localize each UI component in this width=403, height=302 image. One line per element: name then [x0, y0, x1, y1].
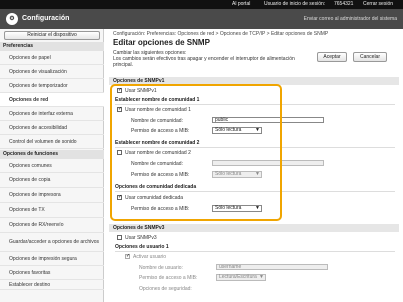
login-user-label: Usuario de inicio de sesión:	[264, 1, 326, 7]
sidebar-item-secure-print[interactable]: Opciones de impresión segura	[0, 252, 104, 266]
sidebar-item-rx-forward[interactable]: Opciones de RX/reenvío	[0, 218, 104, 233]
use-snmpv3-checkbox[interactable]	[117, 235, 122, 240]
sidebar-item-copy[interactable]: Opciones de copia	[0, 173, 104, 188]
sidebar-item-common[interactable]: Opciones comunes	[0, 159, 104, 173]
breadcrumb: Configuración: Preferencias: Opciones de…	[113, 31, 329, 37]
highlight-frame	[110, 84, 282, 221]
sidebar-item-tx[interactable]: Opciones de TX	[0, 203, 104, 218]
sidebar-item-timer[interactable]: Opciones de temporizador	[0, 79, 104, 93]
sidebar-item-favorites[interactable]: Opciones favoritas	[0, 266, 104, 280]
v3-mib-select[interactable]: Lectura/Escritura ▼	[216, 274, 266, 281]
use-snmpv3-label: Usar SNMPv3	[125, 235, 157, 241]
sidebar-item-external-interface[interactable]: Opciones de interfaz externa	[0, 107, 104, 121]
v3-mib-label: Permiso de acceso a MIB:	[139, 275, 198, 281]
portal-link[interactable]: Al portal	[232, 1, 250, 7]
logout-link[interactable]: Cerrar sesión	[363, 1, 393, 7]
sidebar-item-paper[interactable]: Opciones de papel	[0, 51, 104, 65]
mail-admin-link[interactable]: Enviar correo al administrador del siste…	[304, 16, 397, 22]
username-input[interactable]: username	[216, 264, 328, 270]
security-options-label: Opciones de seguridad:	[139, 286, 192, 292]
sidebar-item-accessibility[interactable]: Opciones de accesibilidad	[0, 121, 104, 135]
ok-button[interactable]: Aceptar	[317, 52, 347, 62]
note-line-2: Los cambios serán efectivos tras apagar …	[113, 56, 295, 68]
note-text: Cambiar las siguientes opciones: Los cam…	[113, 50, 313, 68]
app-header: ⚙ Configuración Enviar correo al adminis…	[0, 9, 403, 29]
sidebar-item-set-destination[interactable]: Establecer destino	[0, 280, 104, 290]
reset-device-button[interactable]: Reiniciar el dispositivo	[4, 31, 100, 40]
section-snmpv3: Opciones de SNMPv3	[109, 224, 399, 232]
enable-user-checkbox[interactable]	[125, 253, 130, 259]
settings-logo-icon: ⚙	[6, 13, 18, 25]
sidebar-section-functions: Opciones de funciones	[0, 150, 104, 159]
enable-user-label: Activar usuario	[133, 254, 167, 260]
sidebar-item-display[interactable]: Opciones de visualización	[0, 65, 104, 79]
username-label: Nombre de usuario:	[139, 265, 183, 271]
user-options-1-heading: Opciones de usuario 1	[115, 244, 169, 250]
sidebar-item-store-access-files[interactable]: Guardar/acceder a opciones de archivos	[0, 233, 104, 252]
sidebar-section-preferences: Preferencias	[0, 42, 104, 51]
app-title: Configuración	[22, 15, 70, 22]
sidebar: Reiniciar el dispositivo Preferencias Op…	[0, 29, 104, 302]
v3-mib-value: Lectura/Escritura	[219, 274, 257, 280]
login-user-id: 7654321	[334, 1, 354, 7]
top-bar: Al portal Usuario de inicio de sesión: 7…	[0, 0, 403, 9]
chevron-down-icon: ▼	[259, 274, 264, 280]
divider	[115, 251, 395, 252]
sidebar-item-network[interactable]: Opciones de red	[0, 93, 104, 107]
sidebar-item-sound-volume[interactable]: Control del volumen de sonido	[0, 135, 104, 149]
page-title: Editar opciones de SNMP	[113, 38, 210, 47]
sidebar-item-printer[interactable]: Opciones de impresora	[0, 188, 104, 203]
cancel-button[interactable]: Cancelar	[353, 52, 387, 62]
